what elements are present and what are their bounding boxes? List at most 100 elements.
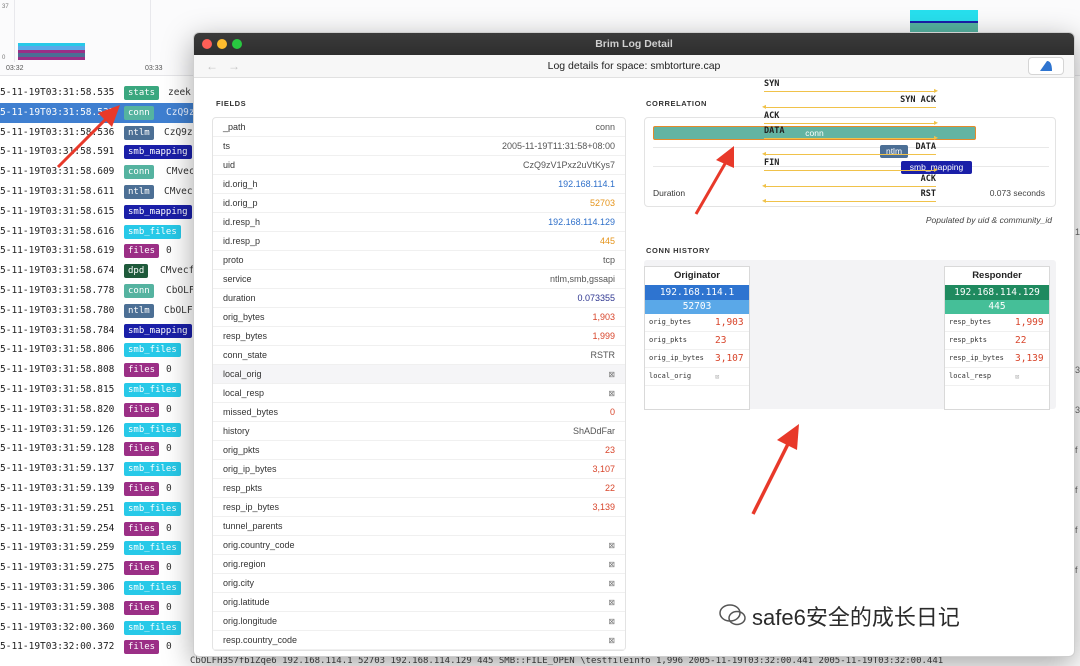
path-badge[interactable]: files (124, 561, 160, 576)
brim-logo-button[interactable] (1028, 57, 1064, 75)
field-value[interactable]: ntlm,smb,gssapi (550, 270, 615, 289)
field-value[interactable]: ⊠ (608, 536, 615, 555)
path-badge[interactable]: files (124, 363, 160, 378)
field-value[interactable]: 192.168.114.1 (558, 175, 615, 194)
field-row[interactable]: proto tcp (213, 251, 625, 270)
field-row[interactable]: orig.country_code ⊠ (213, 536, 625, 555)
field-row[interactable]: orig.latitude ⊠ (213, 593, 625, 612)
path-badge[interactable]: smb_files (124, 580, 181, 595)
path-badge[interactable]: smb_files (124, 422, 181, 437)
field-row[interactable]: id.orig_p 52703 (213, 194, 625, 213)
path-badge[interactable]: smb_files (124, 462, 181, 477)
field-value[interactable]: 22 (605, 479, 615, 498)
path-badge[interactable]: files (124, 402, 160, 417)
path-badge[interactable]: files (124, 640, 160, 655)
log-row[interactable]: 5-11-19T03:31:59.306 smb_files (0, 578, 200, 598)
path-badge[interactable]: smb_files (124, 501, 181, 516)
field-row[interactable]: local_resp ⊠ (213, 384, 625, 403)
field-row[interactable]: resp_bytes 1,999 (213, 327, 625, 346)
log-row[interactable]: 5-11-19T03:31:58.780 ntlm CbOLF (0, 301, 200, 321)
path-badge[interactable]: files (124, 521, 160, 536)
field-row[interactable]: conn_state RSTR (213, 346, 625, 365)
log-row[interactable]: 5-11-19T03:31:59.128 files 0 (0, 439, 200, 459)
path-badge[interactable]: ntlm (124, 184, 154, 199)
stat-value[interactable]: ⊠ (1015, 373, 1019, 381)
stat-value[interactable]: 22 (1015, 335, 1026, 346)
log-detail-window[interactable]: Brim Log Detail ← → Log details for spac… (193, 32, 1075, 657)
path-badge[interactable]: smb_files (124, 343, 181, 358)
field-value[interactable]: ⊠ (608, 593, 615, 612)
field-value[interactable]: ShADdFar (573, 422, 615, 441)
field-value[interactable]: 52703 (590, 194, 615, 213)
log-row[interactable]: 5-11-19T03:31:58.674 dpd CMvecf (0, 261, 200, 281)
path-badge[interactable]: dpd (124, 264, 149, 279)
log-row[interactable]: 5-11-19T03:31:59.254 files 0 (0, 519, 200, 539)
path-badge[interactable]: files (124, 442, 160, 457)
log-row[interactable]: 5-11-19T03:31:58.808 files 0 (0, 360, 200, 380)
field-value[interactable]: 23 (605, 441, 615, 460)
field-row[interactable]: tunnel_parents (213, 517, 625, 536)
field-value[interactable]: ⊠ (608, 555, 615, 574)
field-row[interactable]: id.resp_p 445 (213, 232, 625, 251)
log-row[interactable]: 5-11-19T03:31:58.815 smb_files (0, 380, 200, 400)
log-row[interactable]: 5-11-19T03:32:00.360 smb_files (0, 618, 200, 638)
field-row[interactable]: duration 0.073355 (213, 289, 625, 308)
field-value[interactable]: 445 (600, 232, 615, 251)
log-row[interactable]: 5-11-19T03:31:59.275 files 0 (0, 558, 200, 578)
field-row[interactable]: _path conn (213, 118, 625, 137)
log-row[interactable]: 5-11-19T03:31:58.611 ntlm CMvec (0, 182, 200, 202)
path-badge[interactable]: smb_files (124, 541, 181, 556)
path-badge[interactable]: files (124, 600, 160, 615)
stat-value[interactable]: 1,903 (715, 317, 744, 328)
field-row[interactable]: id.resp_h 192.168.114.129 (213, 213, 625, 232)
path-badge[interactable]: smb_files (124, 224, 181, 239)
field-value[interactable]: 1,903 (592, 308, 615, 327)
field-value[interactable]: ⊠ (608, 384, 615, 403)
path-badge[interactable]: files (124, 481, 160, 496)
path-badge[interactable]: smb_mapping (124, 323, 192, 338)
path-badge[interactable]: conn (124, 283, 154, 298)
field-value[interactable]: conn (595, 118, 615, 137)
field-value[interactable]: 2005-11-19T11:31:58+08:00 (502, 137, 615, 156)
stat-value[interactable]: 1,999 (1015, 317, 1044, 328)
field-row[interactable]: history ShADdFar (213, 422, 625, 441)
stat-value[interactable]: ⊠ (715, 373, 719, 381)
log-row[interactable]: 5-11-19T03:31:58.615 smb_mapping (0, 202, 200, 222)
field-value[interactable]: ⊠ (608, 365, 615, 384)
field-row[interactable]: id.orig_h 192.168.114.1 (213, 175, 625, 194)
field-row[interactable]: local_orig ⊠ (213, 365, 625, 384)
field-row[interactable]: orig.region ⊠ (213, 555, 625, 574)
field-value[interactable]: ⊠ (608, 612, 615, 631)
field-row[interactable]: resp_pkts 22 (213, 479, 625, 498)
log-row[interactable]: 5-11-19T03:31:58.616 smb_files (0, 222, 200, 242)
field-row[interactable]: orig_pkts 23 (213, 441, 625, 460)
field-value[interactable]: 192.168.114.129 (548, 213, 615, 232)
log-row[interactable]: 5-11-19T03:31:59.251 smb_files (0, 499, 200, 519)
field-row[interactable]: orig_bytes 1,903 (213, 308, 625, 327)
responder-port[interactable]: 445 (945, 300, 1049, 314)
field-row[interactable]: ts 2005-11-19T11:31:58+08:00 (213, 137, 625, 156)
path-badge[interactable]: smb_mapping (124, 145, 192, 160)
field-value[interactable]: 3,107 (592, 460, 615, 479)
field-value[interactable]: RSTR (591, 346, 616, 365)
path-badge[interactable]: ntlm (124, 303, 154, 318)
field-value[interactable]: 1,999 (592, 327, 615, 346)
field-row[interactable]: orig.longitude ⊠ (213, 612, 625, 631)
originator-ip[interactable]: 192.168.114.1 (645, 285, 749, 300)
window-titlebar[interactable]: Brim Log Detail (194, 33, 1074, 55)
log-row[interactable]: 5-11-19T03:31:59.137 smb_files (0, 459, 200, 479)
path-badge[interactable]: smb_mapping (124, 204, 192, 219)
field-value[interactable]: 0.073355 (577, 289, 615, 308)
field-value[interactable]: CzQ9zV1Pxz2uVtKys7 (523, 156, 615, 175)
log-row[interactable]: 5-11-19T03:31:59.308 files 0 (0, 598, 200, 618)
log-row[interactable]: 5-11-19T03:31:59.139 files 0 (0, 479, 200, 499)
field-row[interactable]: missed_bytes 0 (213, 403, 625, 422)
stat-value[interactable]: 3,107 (715, 353, 744, 364)
originator-port[interactable]: 52703 (645, 300, 749, 314)
field-row[interactable]: resp.country_code ⊠ (213, 631, 625, 650)
log-row[interactable]: 5-11-19T03:32:00.372 files 0 (0, 637, 200, 657)
path-badge[interactable]: smb_files (124, 382, 181, 397)
stat-value[interactable]: 23 (715, 335, 726, 346)
path-badge[interactable]: files (124, 244, 160, 259)
field-value[interactable]: 0 (610, 403, 615, 422)
